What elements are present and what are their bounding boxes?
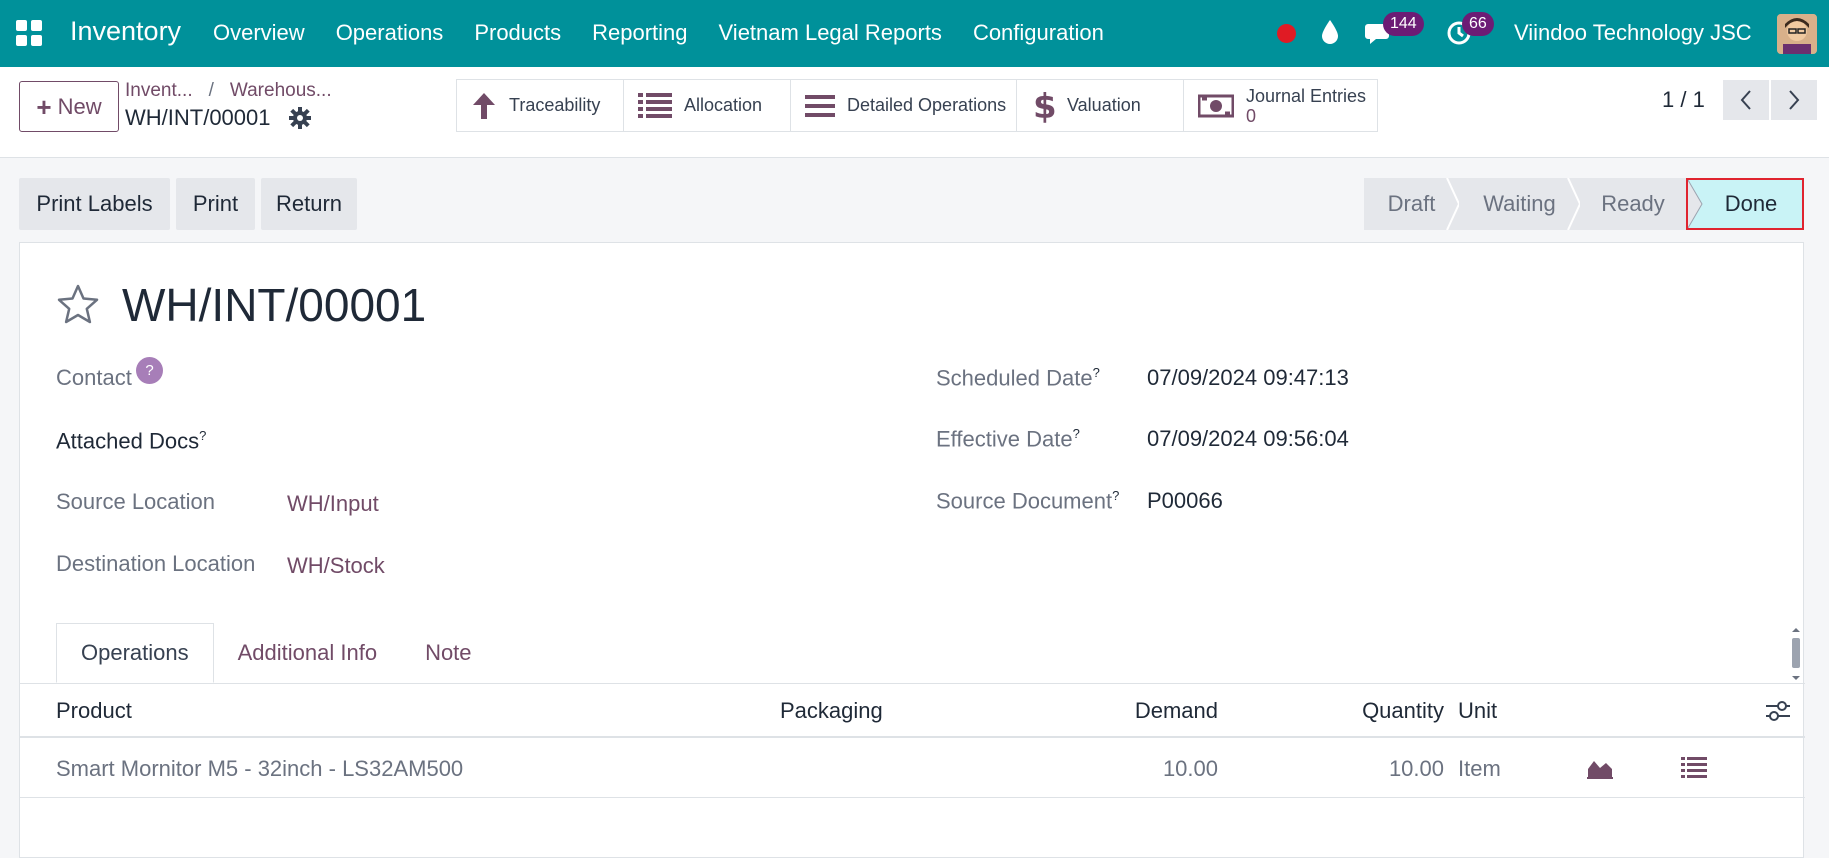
company-switcher[interactable]: Viindoo Technology JSC — [1514, 20, 1752, 46]
table-row[interactable]: Smart Mornitor M5 - 32inch - LS32AM500 1… — [20, 740, 1805, 798]
scheduled-date-label: Scheduled Date? — [936, 365, 1100, 391]
pager-next-button[interactable] — [1771, 80, 1817, 120]
row-demand: 10.00 — [1162, 756, 1218, 781]
chat-count-badge: 144 — [1383, 12, 1424, 36]
menu-overview[interactable]: Overview — [213, 20, 305, 46]
scroll-up-icon — [1792, 628, 1800, 632]
menu-vietnam-legal-reports[interactable]: Vietnam Legal Reports — [719, 20, 942, 46]
chevron-right-icon — [1789, 90, 1800, 110]
stage-done-label: Done — [1724, 191, 1778, 216]
detailed-operations-button[interactable]: Detailed Operations — [790, 79, 1017, 132]
print-labels-button[interactable]: Print Labels — [19, 178, 170, 230]
tab-note[interactable]: Note — [401, 623, 495, 683]
col-product[interactable]: Product — [56, 698, 132, 724]
stage-waiting-label: Waiting — [1483, 191, 1556, 216]
row-product: Smart Mornitor M5 - 32inch - LS32AM500 — [56, 756, 464, 781]
row-unit: Item — [1458, 756, 1501, 781]
col-unit[interactable]: Unit — [1458, 698, 1497, 724]
detailed-operations-label: Detailed Operations — [847, 95, 1007, 115]
return-button[interactable]: Return — [261, 178, 357, 230]
tab-additional-info[interactable]: Additional Info — [214, 623, 401, 683]
stage-done[interactable]: Done — [1686, 178, 1804, 230]
chevron-left-icon — [1740, 90, 1751, 110]
row-quantity: 10.00 — [1388, 756, 1444, 781]
column-settings-icon[interactable] — [1765, 700, 1791, 728]
form-sheet: WH/INT/00001 Contact ? Attached Docs? So… — [19, 242, 1805, 858]
star-icon[interactable] — [56, 283, 100, 330]
bars-icon — [805, 93, 835, 119]
breadcrumb-warehouse[interactable]: Warehous... — [230, 80, 332, 101]
source-location-label: Source Location — [56, 489, 215, 514]
traceability-button[interactable]: Traceability — [456, 79, 624, 132]
activity-count-badge: 66 — [1462, 12, 1494, 36]
tabs-scrollbar[interactable] — [1790, 625, 1802, 683]
control-panel: + New Invent... / Warehous... WH/INT/00001… — [0, 67, 1829, 158]
journal-entries-label: Journal Entries — [1246, 85, 1367, 106]
money-icon — [1198, 93, 1234, 119]
menu-reporting[interactable]: Reporting — [592, 20, 687, 46]
table-header: Product Packaging Demand Quantity Unit — [20, 684, 1805, 738]
scheduled-date-value[interactable]: 07/09/2024 09:47:13 — [1147, 365, 1349, 391]
app-name[interactable]: Inventory — [70, 16, 181, 47]
top-navbar: Inventory Overview Operations Products R… — [0, 0, 1829, 67]
valuation-button[interactable]: $ Valuation — [1016, 79, 1184, 132]
stage-draft[interactable]: Draft — [1364, 178, 1460, 230]
new-button[interactable]: + New — [19, 81, 119, 132]
col-demand[interactable]: Demand — [1020, 698, 1218, 724]
journal-entries-button[interactable]: Journal Entries 0 — [1183, 79, 1378, 132]
traceability-label: Traceability — [509, 95, 601, 115]
dollar-icon: $ — [1031, 88, 1055, 124]
stage-draft-label: Draft — [1387, 191, 1436, 216]
record-indicator-icon[interactable] — [1277, 24, 1296, 43]
effective-date-value[interactable]: 07/09/2024 09:56:04 — [1147, 426, 1349, 452]
col-quantity[interactable]: Quantity — [1246, 698, 1444, 724]
scroll-down-icon — [1792, 676, 1800, 680]
menu-configuration[interactable]: Configuration — [973, 20, 1104, 46]
pager-value[interactable]: 1 / 1 — [1662, 87, 1705, 113]
allocation-label: Allocation — [684, 95, 763, 115]
gear-icon[interactable] — [289, 107, 311, 134]
record-title: WH/INT/00001 — [122, 279, 427, 331]
menu-operations[interactable]: Operations — [336, 20, 444, 46]
source-location-value[interactable]: WH/Input — [287, 491, 379, 517]
main-menu: Overview Operations Products Reporting V… — [213, 20, 1135, 46]
journal-entries-count: 0 — [1246, 105, 1257, 126]
apps-menu-icon[interactable] — [16, 20, 42, 46]
list-icon — [638, 92, 672, 120]
status-bar: Draft Waiting Ready Done — [1364, 178, 1804, 230]
source-document-value[interactable]: P00066 — [1147, 488, 1223, 514]
breadcrumb-inventory[interactable]: Invent... — [125, 80, 193, 101]
plus-icon: + — [36, 91, 52, 122]
smart-buttons: Traceability Allocation Detailed Operati… — [456, 79, 1378, 132]
attached-docs-label: Attached Docs? — [56, 428, 207, 454]
tab-operations[interactable]: Operations — [56, 623, 214, 683]
stage-ready-label: Ready — [1601, 191, 1665, 216]
destination-location-value[interactable]: WH/Stock — [287, 553, 385, 579]
stage-waiting[interactable]: Waiting — [1459, 178, 1581, 230]
new-button-label: New — [57, 93, 102, 119]
notebook-tabs: Operations Additional Info Note — [56, 623, 496, 683]
pager-previous-button[interactable] — [1723, 80, 1769, 120]
contact-help-icon[interactable]: ? — [136, 357, 163, 384]
col-packaging[interactable]: Packaging — [780, 698, 883, 724]
effective-date-label: Effective Date? — [936, 426, 1080, 452]
contact-label: Contact — [56, 365, 132, 390]
source-document-label: Source Document? — [936, 488, 1120, 514]
drop-icon[interactable] — [1320, 18, 1340, 51]
valuation-label: Valuation — [1067, 95, 1141, 115]
record-name: WH/INT/00001 — [125, 105, 271, 130]
svg-text:$: $ — [1033, 88, 1055, 124]
print-button[interactable]: Print — [176, 178, 255, 230]
destination-location-label: Destination Location — [56, 551, 256, 576]
stage-ready[interactable]: Ready — [1580, 178, 1686, 230]
arrow-up-icon — [471, 91, 497, 121]
forecast-chart-icon[interactable] — [1586, 755, 1614, 785]
user-avatar[interactable] — [1777, 14, 1817, 54]
allocation-button[interactable]: Allocation — [623, 79, 791, 132]
breadcrumb: Invent... / Warehous... — [125, 80, 332, 101]
menu-products[interactable]: Products — [474, 20, 561, 46]
detailed-list-icon[interactable] — [1681, 756, 1707, 784]
